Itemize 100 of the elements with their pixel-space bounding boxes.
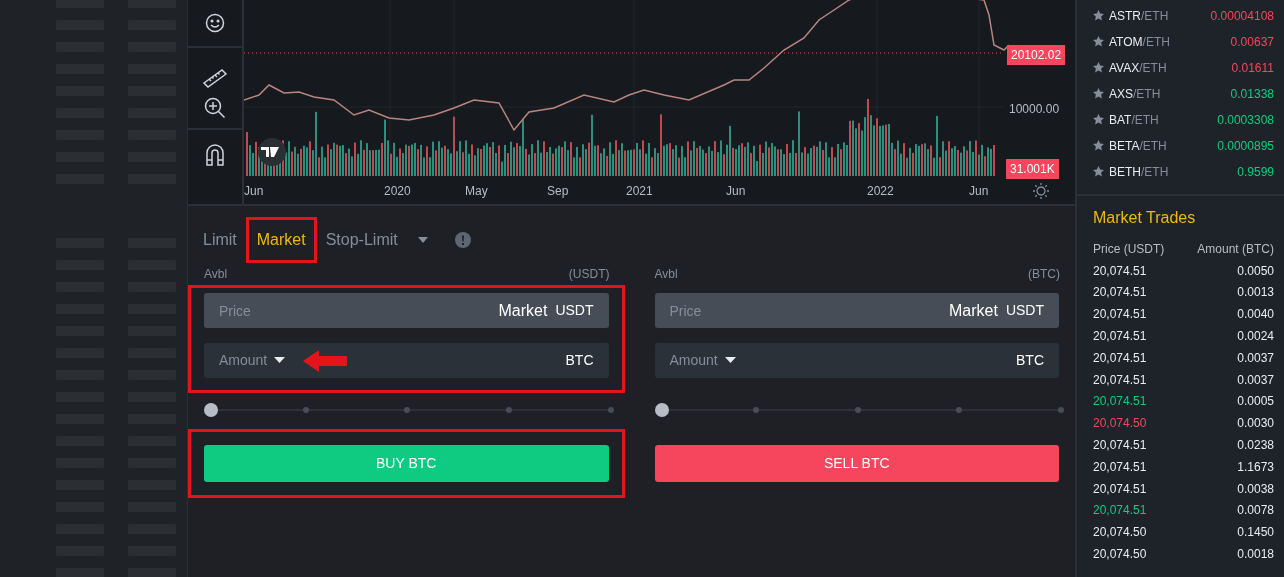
avbl-unit: (USDT) (568, 266, 610, 283)
pair-name[interactable]: BAT/ETH (1109, 110, 1218, 129)
trade-amount: 0.0037 (1237, 371, 1274, 389)
trade-amount: 0.1450 (1237, 524, 1274, 542)
trade-price: 20,074.51 (1093, 328, 1147, 346)
slider-track[interactable] (204, 403, 611, 417)
axis-label: 2020 (384, 183, 411, 200)
slider-step-icon (956, 407, 963, 413)
order-tab[interactable]: Stop-Limit (325, 227, 398, 252)
slider-step-icon (753, 407, 760, 413)
trade-amount: 0.0238 (1237, 437, 1274, 455)
axis-label: 10000.00 (1009, 101, 1060, 118)
axis-label: Jun (969, 183, 989, 200)
trade-price: 20,074.51 (1093, 437, 1147, 455)
column-header: Price (USDT) (1093, 240, 1165, 258)
order-tab[interactable]: Market (256, 227, 306, 252)
dropdown-caret-icon[interactable] (416, 235, 429, 244)
star-icon[interactable] (1093, 36, 1104, 47)
pair-price: 0.00004108 (1210, 7, 1274, 25)
trade-price: 20,074.51 (1093, 306, 1147, 324)
axis-label: 2022 (867, 183, 894, 200)
trade-amount: 0.0018 (1237, 546, 1274, 564)
star-icon[interactable] (1093, 10, 1104, 21)
price-value: Market (498, 300, 548, 321)
zoom-in-icon[interactable] (204, 97, 226, 119)
slider-track[interactable] (654, 403, 1061, 417)
pair-name[interactable]: AVAX/ETH (1109, 58, 1232, 77)
logo-icon (261, 147, 279, 157)
slider-thumb[interactable] (204, 403, 218, 417)
pair-price: 0.9599 (1237, 163, 1274, 181)
avbl-label: Avbl (204, 266, 228, 283)
avbl-unit: (BTC) (1028, 266, 1060, 283)
trade-amount: 0.0005 (1237, 393, 1274, 411)
pair-price: 0.01338 (1230, 85, 1274, 103)
magnet-icon[interactable] (206, 144, 224, 166)
trade-amount: 0.0024 (1237, 328, 1274, 346)
section-title: Market Trades (1093, 208, 1197, 228)
trade-price: 20,074.51 (1093, 284, 1147, 302)
star-icon[interactable] (1093, 88, 1104, 99)
column-header: Amount (BTC) (1197, 240, 1274, 258)
trade-amount: 0.0013 (1237, 284, 1274, 302)
trade-amount: 0.0040 (1237, 306, 1274, 324)
smiley-icon[interactable] (205, 13, 225, 33)
pair-name[interactable]: BETA/ETH (1109, 136, 1218, 155)
trade-amount: 0.0078 (1237, 502, 1274, 520)
unit-label: USDT (555, 301, 594, 320)
pair-name[interactable]: ASTR/ETH (1109, 6, 1211, 25)
unit-label: BTC (1016, 351, 1044, 370)
trade-price: 20,074.51 (1093, 458, 1147, 476)
trade-price: 20,074.51 (1093, 393, 1147, 411)
axis-label: Jun (244, 183, 264, 200)
volume-tag: 31.001K (1006, 159, 1059, 179)
info-icon[interactable] (454, 231, 471, 248)
axis-label: May (465, 183, 488, 200)
pair-price: 0.0003308 (1217, 111, 1274, 129)
slider-step-icon (854, 407, 861, 413)
star-icon[interactable] (1093, 140, 1104, 151)
star-icon[interactable] (1093, 114, 1104, 125)
sell-button[interactable]: SELL BTC (654, 445, 1059, 482)
trade-price: 20,074.51 (1093, 371, 1147, 389)
unit-label: USDT (1005, 301, 1044, 320)
trade-price: 20,074.50 (1093, 524, 1147, 542)
star-icon[interactable] (1093, 166, 1104, 177)
star-icon[interactable] (1093, 62, 1104, 73)
axis-label: Jun (726, 183, 746, 200)
slider-step-icon (302, 407, 309, 413)
trade-price: 20,074.50 (1093, 546, 1147, 564)
caret-icon[interactable] (724, 357, 736, 364)
unit-label: BTC (565, 351, 594, 370)
pair-name[interactable]: BETH/ETH (1109, 162, 1238, 181)
slider-step-icon (607, 407, 614, 413)
trade-price: 20,074.50 (1093, 415, 1147, 433)
trade-price: 20,074.51 (1093, 262, 1147, 280)
trade-amount: 0.0037 (1237, 349, 1274, 367)
axis-label: 2021 (626, 183, 653, 200)
pair-name[interactable]: ATOM/ETH (1109, 32, 1231, 51)
trade-amount: 0.0050 (1237, 262, 1274, 280)
pair-price: 0.01611 (1231, 59, 1274, 77)
slider-thumb[interactable] (654, 403, 669, 417)
pair-name[interactable]: AXS/ETH (1109, 84, 1231, 103)
pair-price: 0.00637 (1230, 33, 1274, 51)
order-tab[interactable]: Limit (203, 227, 237, 252)
slider-step-icon (404, 407, 411, 413)
sun-icon[interactable] (1033, 183, 1049, 199)
trade-price: 20,074.51 (1093, 502, 1147, 520)
slider-step-icon (505, 407, 512, 413)
trade-amount: 1.1673 (1237, 458, 1274, 476)
pair-price: 0.0000895 (1217, 137, 1274, 155)
ruler-icon[interactable] (202, 68, 228, 88)
trade-amount: 0.0030 (1237, 415, 1274, 433)
amount-dropdown[interactable]: Amount (219, 350, 286, 371)
avbl-label: Avbl (654, 266, 678, 283)
trade-price: 20,074.51 (1093, 480, 1147, 498)
amount-dropdown[interactable]: Amount (669, 350, 736, 371)
trade-amount: 0.0038 (1237, 480, 1274, 498)
price-value: Market (948, 300, 998, 321)
caret-icon[interactable] (274, 357, 286, 364)
slider-step-icon (1058, 407, 1064, 413)
axis-label: Sep (547, 183, 569, 200)
price-tag: 20102.02 (1007, 45, 1066, 65)
